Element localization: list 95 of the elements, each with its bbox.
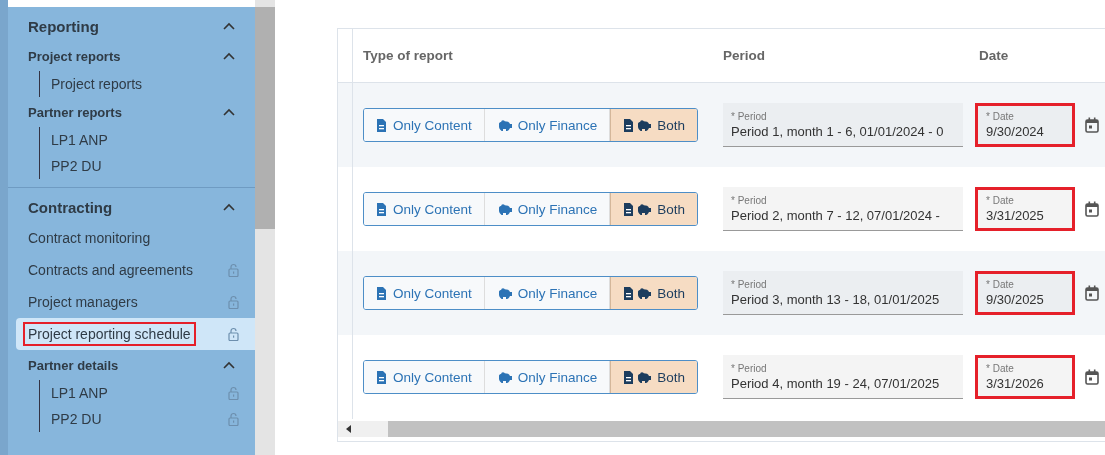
period-field[interactable]: * Period Period 4, month 19 - 24, 07/01/2025 xyxy=(723,355,963,399)
sidebar-item[interactable]: Project reports xyxy=(40,71,255,97)
piggy-bank-icon xyxy=(496,286,512,300)
column-header: Type of report xyxy=(363,48,453,63)
field-value: 3/31/2025 xyxy=(986,208,1045,223)
toggle-option[interactable]: Both xyxy=(610,109,698,141)
sidebar-item[interactable]: Project managers xyxy=(8,286,255,318)
toggle-option[interactable]: Only Content xyxy=(364,277,485,309)
sidebar-item[interactable]: LP1 ANP xyxy=(40,127,255,153)
lock-icon xyxy=(228,263,239,277)
toggle-option[interactable]: Only Content xyxy=(364,361,485,393)
document-icon xyxy=(376,286,387,300)
sidebar-item[interactable]: PP2 DU xyxy=(40,153,255,179)
field-value: Period 1, month 1 - 6, 01/01/2024 - 0 xyxy=(731,123,945,139)
piggy-bank-icon xyxy=(496,118,512,132)
toggle-option[interactable]: Both xyxy=(610,277,698,309)
toggle-option[interactable]: Only Finance xyxy=(484,109,611,141)
sidebar-item[interactable]: Project reporting schedule xyxy=(16,318,255,350)
field-label: * Period xyxy=(731,194,768,206)
document-icon xyxy=(376,202,387,216)
field-label: * Period xyxy=(731,278,768,290)
item-label: Project reporting schedule xyxy=(23,322,196,346)
calendar-button[interactable] xyxy=(1085,117,1099,133)
document-and-piggy-bank-icon xyxy=(623,286,652,300)
lock-icon xyxy=(228,327,239,341)
field-label: * Period xyxy=(731,110,768,122)
section-header[interactable]: Contracting xyxy=(8,192,255,222)
date-field[interactable]: * Date 3/31/2026 xyxy=(975,355,1075,399)
toggle-option[interactable]: Only Content xyxy=(364,193,485,225)
toggle-option[interactable]: Only Finance xyxy=(484,193,611,225)
field-label: * Date xyxy=(986,279,1015,290)
document-icon xyxy=(376,118,387,132)
item-label: PP2 DU xyxy=(50,410,103,429)
field-value: Period 4, month 19 - 24, 07/01/2025 xyxy=(731,375,941,391)
document-and-piggy-bank-icon xyxy=(623,370,652,384)
field-label: * Date xyxy=(986,363,1015,374)
field-value: 9/30/2024 xyxy=(986,124,1045,139)
date-field[interactable]: * Date 3/31/2025 xyxy=(975,187,1075,231)
sidebar-item[interactable]: PP2 DU xyxy=(40,406,255,432)
item-label: Contract monitoring xyxy=(27,229,152,248)
column-header: Date xyxy=(979,48,1009,63)
piggy-bank-icon xyxy=(496,202,512,216)
period-field[interactable]: * Period Period 3, month 13 - 18, 01/01/2025 xyxy=(723,271,963,315)
item-label: LP1 ANP xyxy=(50,131,109,150)
piggy-bank-icon xyxy=(496,370,512,384)
date-field[interactable]: * Date 9/30/2025 xyxy=(975,271,1075,315)
field-value: 3/31/2026 xyxy=(986,376,1045,391)
period-field[interactable]: * Period Period 1, month 1 - 6, 01/01/2024 - 0 xyxy=(723,103,963,147)
calendar-button[interactable] xyxy=(1085,369,1099,385)
scrollbar-thumb[interactable] xyxy=(255,7,275,229)
calendar-button[interactable] xyxy=(1085,201,1099,217)
sidebar-item[interactable]: Contract monitoring xyxy=(8,222,255,254)
field-value: Period 2, month 7 - 12, 07/01/2024 - xyxy=(731,207,941,223)
section-header[interactable]: Reporting xyxy=(8,11,255,41)
group-title: Partner details xyxy=(28,357,119,373)
column-header: Period xyxy=(723,48,765,63)
calendar-icon xyxy=(1085,285,1099,301)
item-label: Contracts and agreements xyxy=(27,261,194,280)
calendar-button[interactable] xyxy=(1085,285,1099,301)
lock-icon xyxy=(228,295,239,309)
section-title: Reporting xyxy=(28,17,99,35)
item-label: Project managers xyxy=(27,293,139,312)
scrollbar[interactable] xyxy=(255,0,275,455)
toggle-option[interactable]: Only Finance xyxy=(484,277,611,309)
document-and-piggy-bank-icon xyxy=(623,202,652,216)
toggle-option[interactable]: Only Finance xyxy=(484,361,611,393)
item-label: Project reports xyxy=(50,75,144,94)
group-header[interactable]: Project reports xyxy=(8,41,255,71)
group-header[interactable]: Partner details xyxy=(8,350,255,380)
group-header[interactable]: Partner reports xyxy=(8,97,255,127)
field-label: * Date xyxy=(986,195,1015,206)
calendar-icon xyxy=(1085,369,1099,385)
date-field[interactable]: * Date 9/30/2024 xyxy=(975,103,1075,147)
lock-icon xyxy=(228,412,239,426)
calendar-icon xyxy=(1085,201,1099,217)
field-label: * Period xyxy=(731,362,768,374)
toggle-option[interactable]: Only Content xyxy=(364,109,485,141)
document-icon xyxy=(376,370,387,384)
toggle-option[interactable]: Both xyxy=(610,361,698,393)
section-title: Contracting xyxy=(28,198,113,216)
period-field[interactable]: * Period Period 2, month 7 - 12, 07/01/2024 - xyxy=(723,187,963,231)
field-label: * Date xyxy=(986,111,1015,122)
sidebar-item[interactable]: Contracts and agreements xyxy=(8,254,255,286)
field-value: 9/30/2025 xyxy=(986,292,1045,307)
group-title: Project reports xyxy=(28,48,121,64)
lock-icon xyxy=(228,386,239,400)
item-label: PP2 DU xyxy=(50,157,103,176)
document-and-piggy-bank-icon xyxy=(623,118,652,132)
group-title: Partner reports xyxy=(28,104,122,120)
item-label: LP1 ANP xyxy=(50,384,109,403)
toggle-option[interactable]: Both xyxy=(610,193,698,225)
sidebar-item[interactable]: LP1 ANP xyxy=(40,380,255,406)
scroll-left-icon xyxy=(346,425,352,433)
field-value: Period 3, month 13 - 18, 01/01/2025 xyxy=(731,291,941,307)
calendar-icon xyxy=(1085,117,1099,133)
